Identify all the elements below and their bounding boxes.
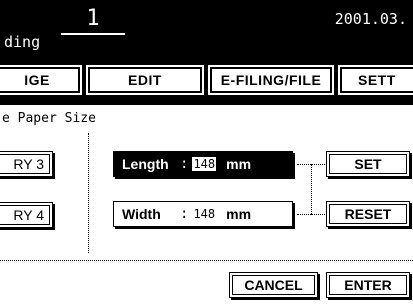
tray-3-button[interactable]: RY 3 <box>0 151 53 177</box>
tray-4-button[interactable]: RY 4 <box>0 202 53 228</box>
width-colon: : <box>180 206 189 222</box>
enter-button-label: ENTER <box>344 277 392 293</box>
connector-vertical <box>311 164 312 214</box>
width-label: Width <box>122 206 161 222</box>
set-connector <box>311 164 325 165</box>
tab-edit-label: EDIT <box>128 72 162 88</box>
length-value: 148 <box>192 157 217 171</box>
vertical-divider <box>88 133 89 253</box>
enter-button[interactable]: ENTER <box>326 272 410 298</box>
width-unit: mm <box>226 206 252 222</box>
cancel-button-label: CANCEL <box>244 277 303 293</box>
tab-bar: ІGE EDIT E-FILING/FILE SETT <box>0 63 413 105</box>
set-button[interactable]: SET <box>326 151 410 177</box>
footer-divider <box>0 260 413 261</box>
reset-button-label: RESET <box>344 206 392 222</box>
set-button-label: SET <box>354 156 382 172</box>
tab-settings-label: SETT <box>358 72 396 88</box>
length-colon: : <box>180 156 189 172</box>
header-bar: 1 2001.03. ding <box>0 0 413 63</box>
tab-image-label: ІGE <box>24 72 50 88</box>
width-value: 148 <box>193 207 216 221</box>
screen-subtitle: ding <box>4 33 41 51</box>
tab-image[interactable]: ІGE <box>0 65 82 95</box>
length-connector <box>297 164 311 165</box>
tray-3-label: RY 3 <box>13 156 44 172</box>
tray-4-label: RY 4 <box>13 207 44 223</box>
cancel-button[interactable]: CANCEL <box>229 272 318 298</box>
tab-edit[interactable]: EDIT <box>86 65 204 95</box>
length-unit: mm <box>226 156 252 172</box>
width-connector <box>297 214 311 215</box>
panel-title: e Paper Size <box>2 111 96 126</box>
paper-size-panel: e Paper Size RY 3 RY 4 Length : 148 mm W… <box>0 105 413 307</box>
width-field[interactable]: Width : 148 mm <box>113 201 293 227</box>
copy-counter: 1 <box>61 3 125 35</box>
length-field[interactable]: Length : 148 mm <box>113 151 293 177</box>
date-display: 2001.03. <box>334 10 407 28</box>
reset-button[interactable]: RESET <box>326 201 410 227</box>
length-label: Length <box>122 156 169 172</box>
tab-efiling-file[interactable]: E-FILING/FILE <box>208 65 334 95</box>
tab-efiling-file-label: E-FILING/FILE <box>220 72 322 88</box>
reset-connector <box>311 214 325 215</box>
tab-settings[interactable]: SETT <box>338 65 413 95</box>
